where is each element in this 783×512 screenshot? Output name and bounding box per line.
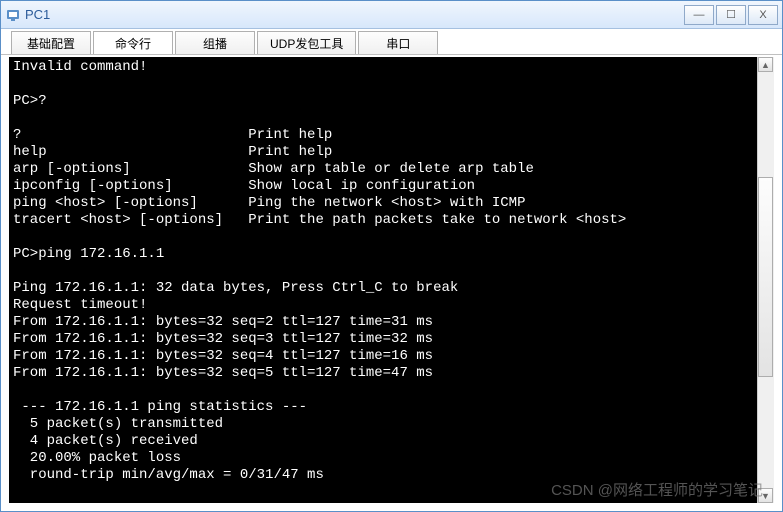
scroll-thumb[interactable] — [758, 177, 773, 377]
tab-cli[interactable]: 命令行 — [93, 31, 173, 54]
titlebar: PC1 — ☐ X — [1, 1, 782, 29]
window-title: PC1 — [25, 7, 682, 22]
scroll-down-button[interactable]: ▼ — [758, 488, 773, 503]
close-button[interactable]: X — [748, 5, 778, 25]
minimize-button[interactable]: — — [684, 5, 714, 25]
terminal-container: Invalid command! PC>? ? Print help help … — [9, 57, 774, 503]
tab-serial[interactable]: 串口 — [358, 31, 438, 54]
tab-multicast[interactable]: 组播 — [175, 31, 255, 54]
chevron-up-icon: ▲ — [761, 60, 770, 70]
tabbar: 基础配置 命令行 组播 UDP发包工具 串口 — [1, 29, 782, 55]
window-controls: — ☐ X — [682, 5, 778, 25]
terminal[interactable]: Invalid command! PC>? ? Print help help … — [9, 57, 757, 503]
tab-basic-config[interactable]: 基础配置 — [11, 31, 91, 54]
scroll-up-button[interactable]: ▲ — [758, 57, 773, 72]
chevron-down-icon: ▼ — [761, 491, 770, 501]
scrollbar[interactable]: ▲ ▼ — [757, 57, 774, 503]
app-window: PC1 — ☐ X 基础配置 命令行 组播 UDP发包工具 串口 Invalid… — [0, 0, 783, 512]
tab-udp-tool[interactable]: UDP发包工具 — [257, 31, 356, 54]
app-icon — [5, 7, 21, 23]
maximize-button[interactable]: ☐ — [716, 5, 746, 25]
